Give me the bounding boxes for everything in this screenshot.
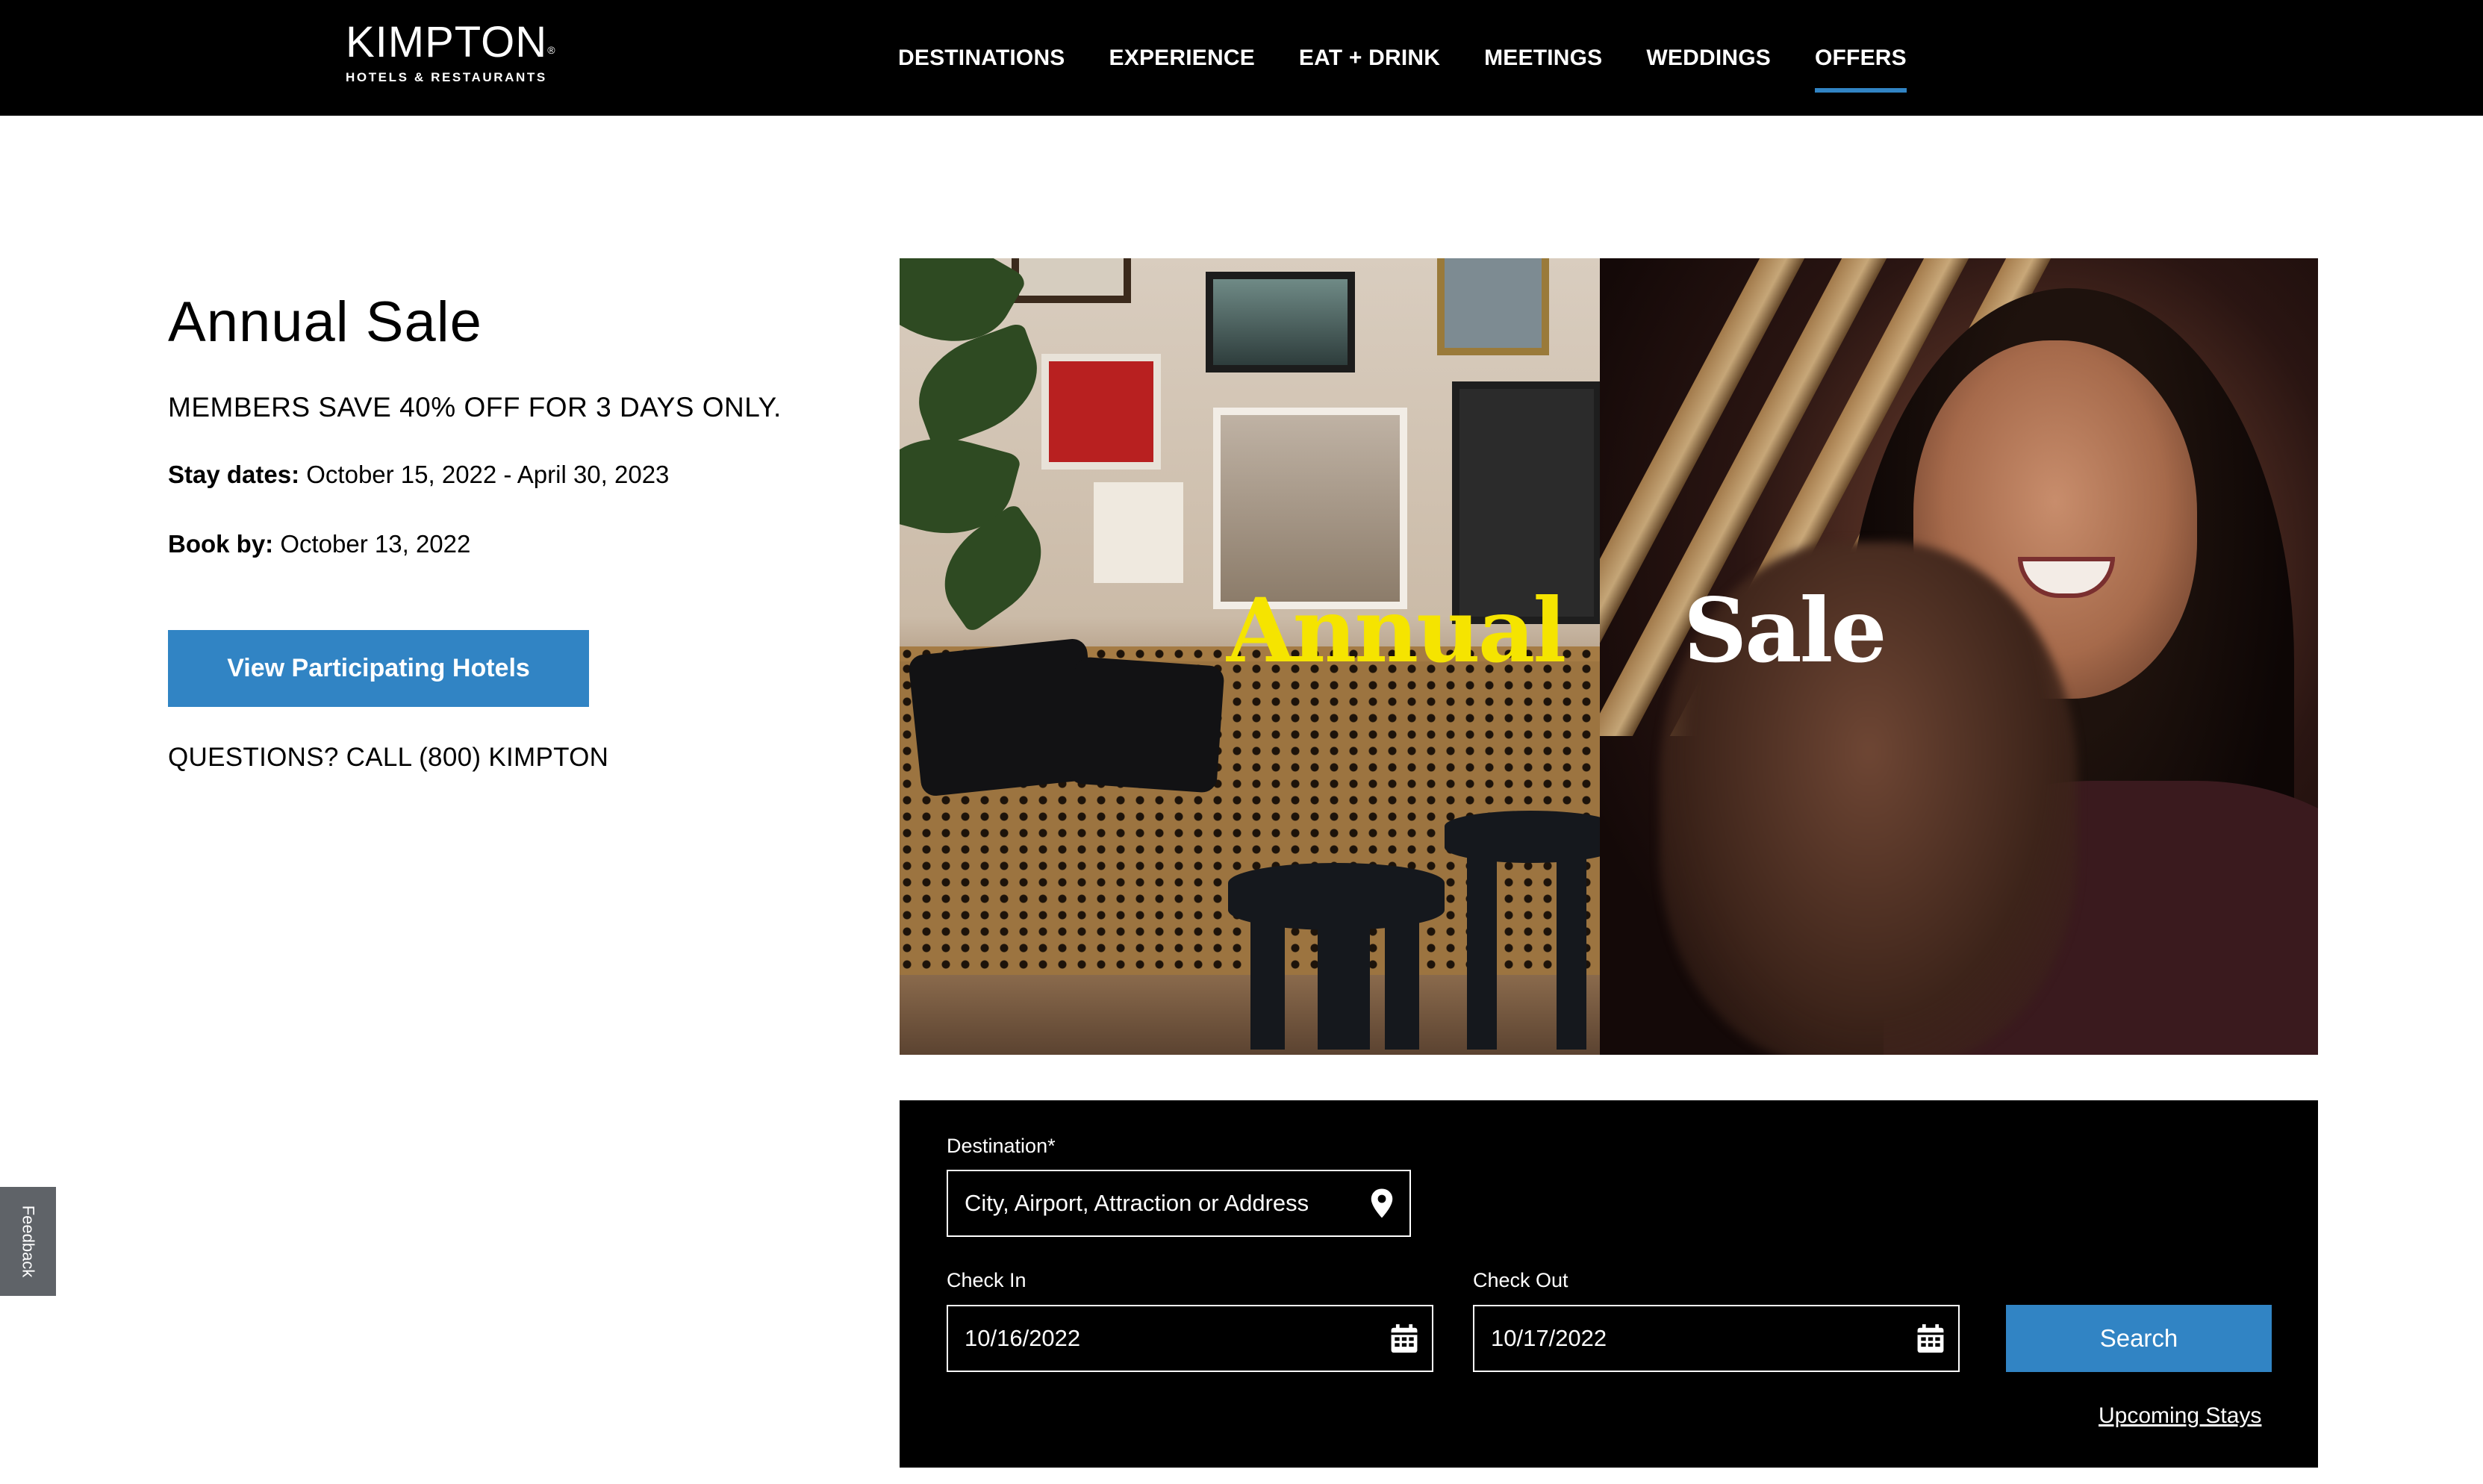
destination-input[interactable]: City, Airport, Attraction or Address	[947, 1170, 1411, 1237]
wall-frame	[1437, 258, 1549, 355]
table-leg	[1385, 893, 1419, 1050]
wall-frame	[1206, 272, 1355, 372]
stay-dates: Stay dates: October 15, 2022 - April 30,…	[168, 461, 669, 489]
calendar-icon[interactable]	[1916, 1323, 1945, 1354]
check-out-value: 10/17/2022	[1491, 1325, 1607, 1351]
nav-item-weddings[interactable]: WEDDINGS	[1646, 0, 1771, 116]
questions-phone-text: QUESTIONS? CALL (800) KIMPTON	[168, 743, 609, 772]
brand-tagline: HOTELS & RESTAURANTS	[346, 70, 547, 84]
book-by: Book by: October 13, 2022	[168, 530, 470, 558]
check-in-value: 10/16/2022	[965, 1325, 1081, 1351]
check-out-label: Check Out	[1473, 1269, 1568, 1291]
view-participating-hotels-button[interactable]: View Participating Hotels	[168, 630, 589, 707]
top-navigation-bar: KIMPTON® HOTELS & RESTAURANTS DESTINATIO…	[0, 0, 2483, 116]
search-button[interactable]: Search	[2006, 1305, 2272, 1372]
main-nav: DESTINATIONS EXPERIENCE EAT + DRINK MEET…	[898, 0, 1907, 116]
check-out-date-field[interactable]: 10/17/2022	[1473, 1305, 1960, 1372]
page-title: Annual Sale	[168, 290, 482, 354]
feedback-label: Feedback	[19, 1205, 38, 1278]
book-by-value: October 13, 2022	[280, 530, 471, 558]
nav-item-eat-drink[interactable]: EAT + DRINK	[1299, 0, 1440, 116]
table-leg	[1557, 833, 1586, 1050]
check-in-label: Check In	[947, 1269, 1026, 1291]
destination-placeholder: City, Airport, Attraction or Address	[965, 1190, 1309, 1216]
pillow	[1067, 656, 1225, 794]
destination-label: Destination*	[947, 1135, 1056, 1157]
wall-frame	[1094, 482, 1183, 583]
hero-word-annual: Annual	[1227, 579, 1566, 682]
book-by-label: Book by:	[168, 530, 274, 558]
feedback-tab[interactable]: Feedback	[0, 1187, 56, 1296]
plant-leaf	[903, 321, 1053, 449]
kimpton-logo[interactable]: KIMPTON® HOTELS & RESTAURANTS	[346, 19, 562, 94]
hero-image: Annual Sale	[900, 258, 2318, 1055]
upcoming-stays-link[interactable]: Upcoming Stays	[2099, 1403, 2261, 1429]
wall-frame	[1012, 258, 1131, 303]
nav-item-meetings[interactable]: MEETINGS	[1484, 0, 1602, 116]
table-leg	[1318, 900, 1370, 1050]
stay-dates-value: October 15, 2022 - April 30, 2023	[306, 461, 670, 488]
stay-dates-label: Stay dates:	[168, 461, 300, 488]
check-in-date-field[interactable]: 10/16/2022	[947, 1305, 1433, 1372]
map-pin-icon	[1371, 1188, 1393, 1218]
brand-registered-mark: ®	[547, 44, 556, 56]
nav-item-offers[interactable]: OFFERS	[1814, 0, 1907, 116]
brand-name: KIMPTON	[346, 18, 548, 66]
calendar-icon[interactable]	[1390, 1323, 1418, 1354]
table-leg	[1250, 893, 1285, 1050]
table-leg	[1467, 833, 1497, 1050]
nav-item-experience[interactable]: EXPERIENCE	[1109, 0, 1255, 116]
booking-widget: Destination* City, Airport, Attraction o…	[900, 1100, 2318, 1468]
offer-subtitle: MEMBERS SAVE 40% OFF FOR 3 DAYS ONLY.	[168, 392, 782, 423]
nav-item-destinations[interactable]: DESTINATIONS	[898, 0, 1065, 116]
hero-word-sale: Sale	[1683, 579, 1887, 682]
wall-frame	[1041, 354, 1161, 470]
